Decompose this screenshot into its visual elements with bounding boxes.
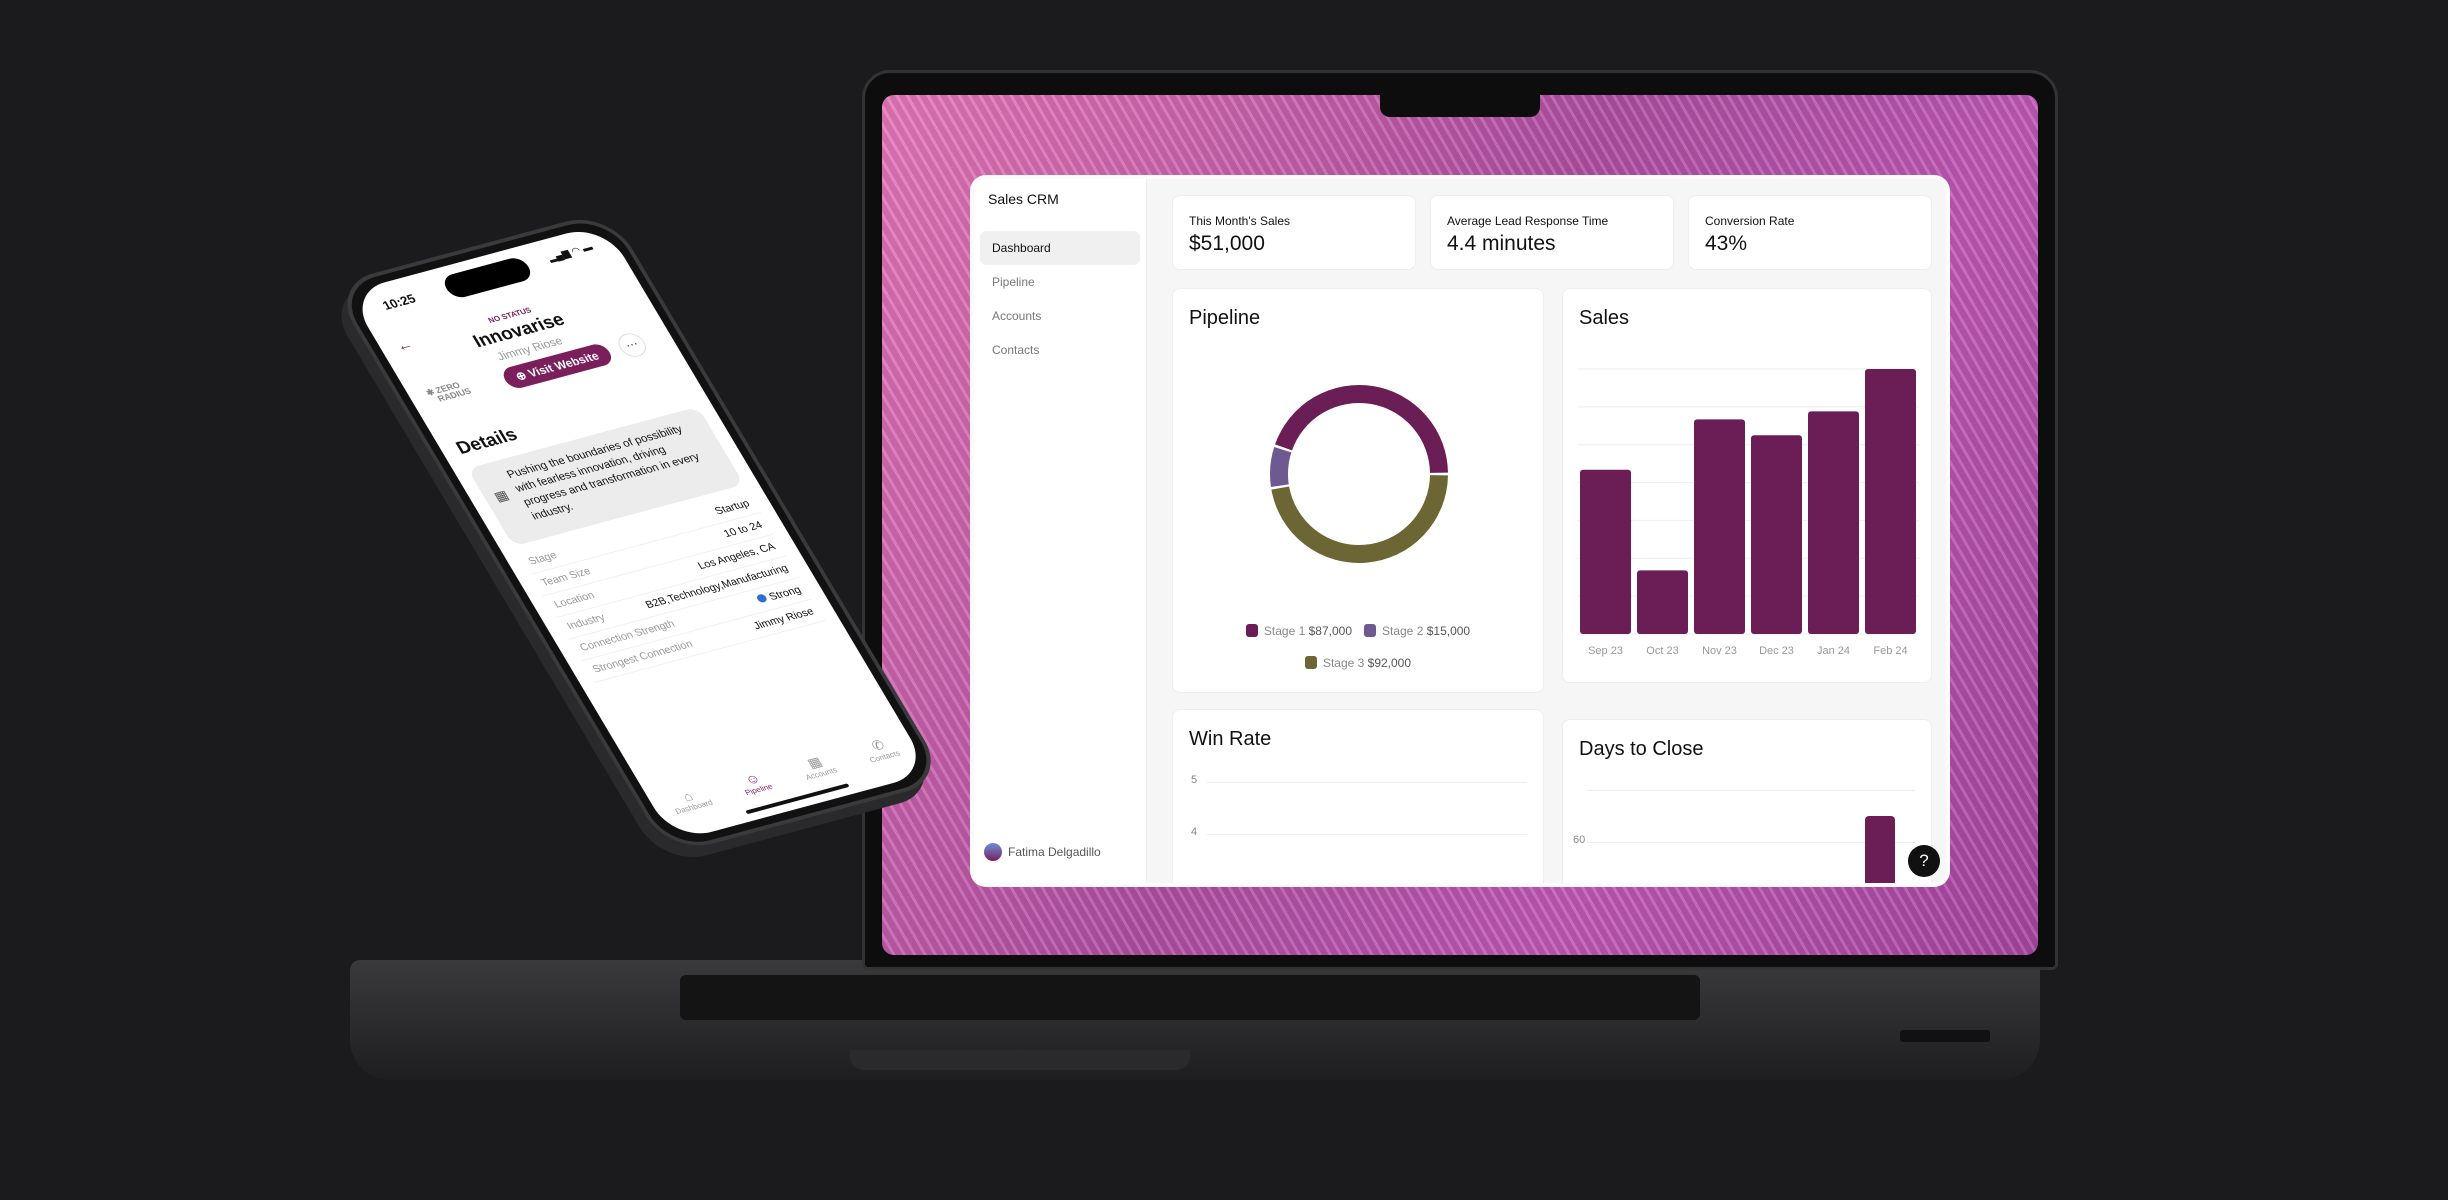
legend-swatch <box>1364 624 1376 637</box>
field-label: Location <box>551 589 597 611</box>
kpi-label: Average Lead Response Time <box>1447 214 1609 228</box>
field-label: Industry <box>564 611 608 633</box>
legend-stage-1: Stage 1 $87,000 <box>1245 624 1352 638</box>
field-value: 10 to 24 <box>721 519 765 540</box>
gridline <box>1587 790 1915 791</box>
phone-screen: 10:25 ▂▄▆ ◠ ▬ ← NO STATUS Innovarise Jim… <box>347 223 931 842</box>
donut-slice-2 <box>1270 446 1292 488</box>
legend-stage-3: Stage 3 $92,000 <box>1304 656 1412 670</box>
legend-name: Stage 3 <box>1322 656 1365 670</box>
bar-jan-24 <box>1808 411 1859 634</box>
x-tick-label: Sep 23 <box>1588 645 1623 657</box>
legend-name: Stage 2 <box>1382 624 1424 638</box>
legend-row: Stage 3 $92,000 <box>1173 656 1543 670</box>
gridline <box>1207 834 1527 835</box>
sidebar-item-dashboard[interactable]: Dashboard <box>980 231 1140 265</box>
status-time: 10:25 <box>379 291 419 313</box>
bar-sep-23 <box>1580 469 1631 634</box>
kpi-label: This Month's Sales <box>1189 214 1290 228</box>
pipeline-donut-chart <box>1270 385 1448 563</box>
sidebar-item-contacts[interactable]: Contacts <box>980 333 1140 367</box>
bar-feb-24 <box>1865 369 1916 634</box>
legend-swatch <box>1245 624 1258 637</box>
bar-oct-23 <box>1637 570 1688 634</box>
help-button[interactable]: ? <box>1908 845 1940 877</box>
pipeline-card: Pipeline Stage 1 $87,000 Stage 2 $15,000… <box>1172 288 1544 693</box>
x-tick-label: Nov 23 <box>1702 645 1737 657</box>
tab-dashboard[interactable]: ⌂ Dashboard <box>665 784 715 816</box>
side-ports <box>1900 1030 1990 1042</box>
avatar <box>984 843 1002 861</box>
description-text: Pushing the boundaries of possibility wi… <box>505 423 702 523</box>
sidebar-nav: Dashboard Pipeline Accounts Contacts <box>980 231 1140 367</box>
tab-contacts[interactable]: ✆ Contacts <box>859 734 902 765</box>
field-value: Startup <box>712 497 752 518</box>
legend-value: $87,000 <box>1308 624 1352 638</box>
lid-notch <box>850 1050 1190 1070</box>
x-tick-label: Feb 24 <box>1873 645 1908 657</box>
laptop-lid: Sales CRM Dashboard Pipeline Accounts Co… <box>862 70 2058 970</box>
keyboard-deck <box>680 975 1700 1020</box>
donut-slice-1 <box>1275 385 1448 474</box>
company-logo: ✱ ZERO RADIUS <box>424 380 474 404</box>
user-profile[interactable]: Fatima Delgadillo <box>984 843 1101 861</box>
kpi-card-sales: This Month's Sales $51,000 <box>1172 195 1416 270</box>
pipeline-title: Pipeline <box>1189 307 1261 329</box>
gridline <box>1207 782 1527 783</box>
phone-device: 10:25 ▂▄▆ ◠ ▬ ← NO STATUS Innovarise Jim… <box>330 210 949 856</box>
kpi-value: $51,000 <box>1189 232 1265 255</box>
legend-stage-2: Stage 2 $15,000 <box>1364 624 1470 638</box>
kpi-card-conversion: Conversion Rate 43% <box>1688 195 1932 270</box>
details-title: Details <box>452 424 522 459</box>
user-name: Fatima Delgadillo <box>1008 845 1101 859</box>
kpi-value: 4.4 minutes <box>1447 232 1556 255</box>
x-tick-label: Jan 24 <box>1816 645 1851 657</box>
legend-row: Stage 1 $87,000 Stage 2 $15,000 <box>1173 624 1543 638</box>
legend-swatch <box>1304 656 1317 669</box>
days-to-close-title: Days to Close <box>1579 738 1704 760</box>
laptop-screen: Sales CRM Dashboard Pipeline Accounts Co… <box>882 95 2038 955</box>
x-tick-label: Dec 23 <box>1759 645 1794 657</box>
kpi-value: 43% <box>1705 232 1748 255</box>
building-icon: ▦ <box>490 486 512 505</box>
win-rate-title: Win Rate <box>1189 728 1272 750</box>
kpi-label: Conversion Rate <box>1705 214 1795 228</box>
more-options-button[interactable]: ··· <box>613 330 651 360</box>
win-rate-card: Win Rate 5 4 <box>1172 709 1544 883</box>
sales-title: Sales <box>1579 307 1630 329</box>
laptop-base <box>350 960 2040 1080</box>
kpi-card-response-time: Average Lead Response Time 4.4 minutes <box>1430 195 1674 270</box>
legend-value: $15,000 <box>1426 624 1471 638</box>
strength-text: Strong <box>767 584 804 603</box>
days-to-close-card: Days to Close 60 <box>1562 719 1932 883</box>
x-tick-label: Oct 23 <box>1646 645 1679 657</box>
visit-label: Visit Website <box>525 349 602 380</box>
sidebar-item-accounts[interactable]: Accounts <box>980 299 1140 333</box>
bar-dec-23 <box>1751 435 1802 634</box>
y-tick: 4 <box>1191 826 1198 838</box>
camera-notch <box>1380 95 1540 117</box>
y-tick: 60 <box>1573 834 1586 846</box>
bar-nov-23 <box>1694 419 1745 634</box>
tab-pipeline[interactable]: ☺ Pipeline <box>735 768 775 798</box>
strength-dot-icon <box>754 593 768 604</box>
signal-wifi-battery-icon: ▂▄▆ ◠ ▬ <box>545 242 596 264</box>
sidebar-item-pipeline[interactable]: Pipeline <box>980 265 1140 299</box>
sidebar: Sales CRM Dashboard Pipeline Accounts Co… <box>974 179 1147 883</box>
field-label: Stage <box>526 549 560 568</box>
legend-name: Stage 1 <box>1263 624 1306 638</box>
dynamic-island <box>439 255 536 300</box>
legend-value: $92,000 <box>1367 656 1412 670</box>
sales-bar-chart <box>1577 368 1919 635</box>
crm-dashboard-window: Sales CRM Dashboard Pipeline Accounts Co… <box>970 175 1950 887</box>
tab-accounts[interactable]: ▦ Accounts <box>795 751 839 782</box>
y-tick: 5 <box>1191 774 1198 786</box>
sales-card: Sales Sep 23 Oct 23 Nov 23 Dec 23 Jan 24 Feb … <box>1562 288 1932 683</box>
app-title: Sales CRM <box>988 191 1059 207</box>
donut-slice-3 <box>1271 474 1448 563</box>
days-bar <box>1865 816 1895 883</box>
